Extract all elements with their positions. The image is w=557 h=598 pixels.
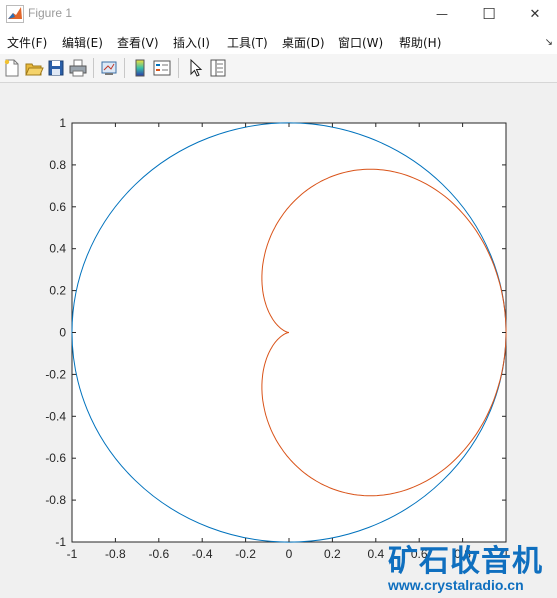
matlab-logo-icon	[6, 5, 24, 23]
y-tick-label: 0	[59, 326, 66, 340]
close-button[interactable]: ✕	[512, 0, 557, 28]
menu-file[interactable]: 文件(F)	[7, 34, 47, 51]
link-plot-icon[interactable]	[99, 58, 119, 78]
x-tick-label: -0.8	[105, 547, 126, 561]
minimize-icon: —	[436, 7, 448, 21]
new-figure-icon[interactable]	[2, 58, 22, 78]
menu-help[interactable]: 帮助(H)	[399, 34, 441, 51]
y-tick-label: -0.2	[45, 367, 66, 381]
y-tick-label: 0.2	[49, 284, 66, 298]
maximize-button[interactable]: ☐	[466, 0, 512, 28]
menu-view[interactable]: 查看(V)	[117, 34, 159, 51]
y-tick-label: -0.8	[45, 493, 66, 507]
y-tick-label: -1	[55, 535, 66, 549]
menu-edit[interactable]: 编辑(E)	[62, 34, 103, 51]
watermark-url: www.crystalradio.cn	[388, 577, 524, 593]
toolbar-separator	[124, 58, 125, 78]
dock-arrow-icon[interactable]: ↘	[545, 37, 553, 48]
x-tick-label: -0.2	[235, 547, 256, 561]
x-tick-label: 0.4	[367, 547, 384, 561]
insert-colorbar-icon[interactable]	[130, 58, 150, 78]
x-tick-label: -0.6	[148, 547, 169, 561]
menu-desktop[interactable]: 桌面(D)	[282, 34, 325, 51]
y-tick-label: -0.4	[45, 409, 66, 423]
open-file-icon[interactable]	[24, 58, 44, 78]
y-tick-label: 0.6	[49, 200, 66, 214]
toolbar-separator	[93, 58, 94, 78]
minimize-button[interactable]: —	[419, 0, 465, 28]
window-title: Figure 1	[28, 6, 73, 20]
close-icon: ✕	[529, 6, 541, 22]
watermark-title: 矿石收音机	[388, 544, 543, 579]
x-tick-label: 0.2	[324, 547, 341, 561]
menu-window[interactable]: 窗口(W)	[338, 34, 383, 51]
x-tick-label: -1	[67, 547, 78, 561]
menu-bar: 文件(F) 编辑(E) 查看(V) 插入(I) 工具(T) 桌面(D) 窗口(W…	[0, 28, 557, 55]
y-tick-label: 1	[59, 116, 66, 130]
maximize-icon: ☐	[482, 5, 496, 23]
menu-insert[interactable]: 插入(I)	[173, 34, 210, 51]
toolbar-separator	[178, 58, 179, 78]
figure-canvas: -1 -0.8 -0.6 -0.4 -0.2 0 0.2 0.4 0.6 0.8 1 -1 -0.8 -0…	[0, 83, 557, 598]
insert-legend-icon[interactable]	[152, 58, 172, 78]
figure-toolbar	[0, 54, 557, 83]
x-tick-label: 0	[286, 547, 293, 561]
edit-plot-icon[interactable]	[186, 58, 206, 78]
print-icon[interactable]	[68, 58, 88, 78]
menu-tools[interactable]: 工具(T)	[227, 34, 268, 51]
y-tick-label: 0.4	[49, 242, 66, 256]
property-inspector-icon[interactable]	[208, 58, 228, 78]
save-icon[interactable]	[46, 58, 66, 78]
plot-axes[interactable]: -1 -0.8 -0.6 -0.4 -0.2 0 0.2 0.4 0.6 0.8 1 -1 -0.8 -0…	[0, 83, 557, 598]
y-tick-label: -0.6	[45, 451, 66, 465]
x-tick-label: -0.4	[192, 547, 213, 561]
window-title-bar: Figure 1 — ☐ ✕	[0, 0, 557, 29]
y-tick-label: 0.8	[49, 158, 66, 172]
